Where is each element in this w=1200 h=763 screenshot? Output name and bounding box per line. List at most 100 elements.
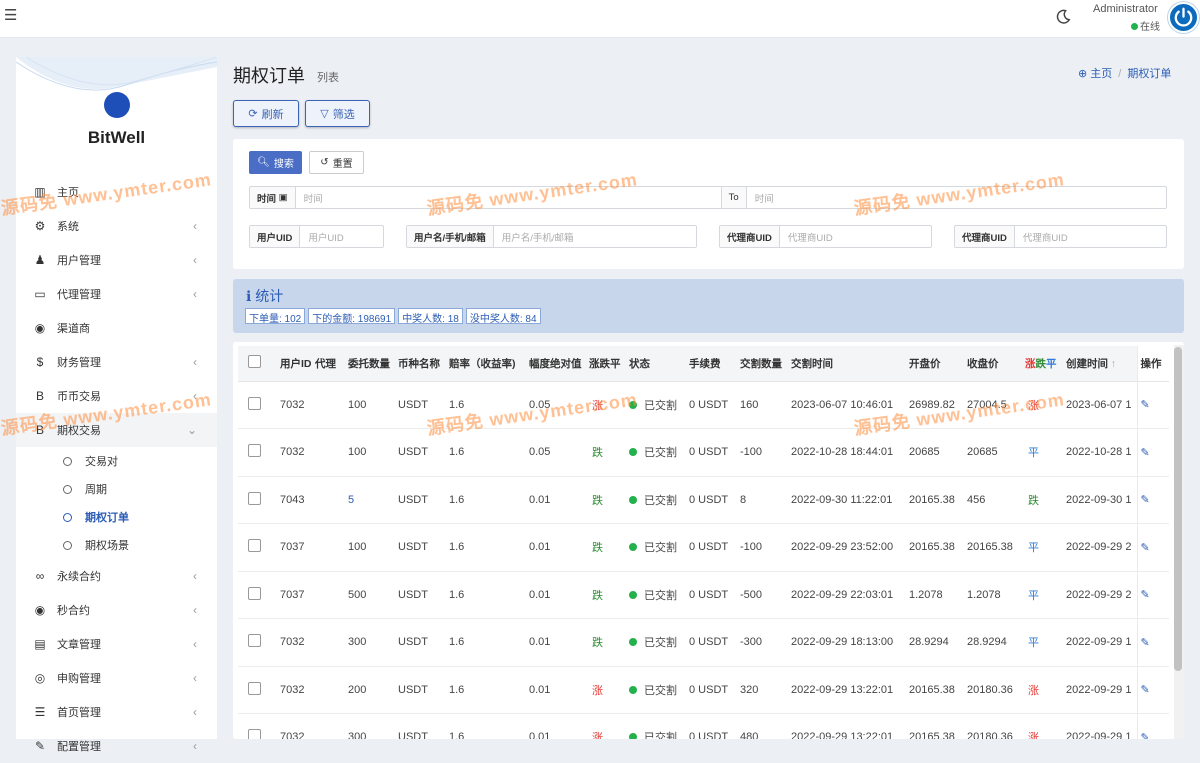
sidebar-subitem[interactable]: 交易对 <box>16 447 217 475</box>
breadcrumb-home[interactable]: 主页 <box>1090 68 1112 80</box>
row-checkbox[interactable] <box>248 681 261 695</box>
refresh-button[interactable]: ⟳ 刷新 <box>233 100 299 127</box>
cell-text: 26989.82 <box>909 398 955 411</box>
agent-uid-input[interactable]: 代理商UID <box>780 230 833 244</box>
search-button[interactable]: 🔍︎ 搜索 <box>249 151 302 174</box>
actions-cell: ✎ <box>1136 571 1169 619</box>
user-avatar[interactable] <box>1168 2 1199 33</box>
cell-open: 28.9294 <box>906 618 964 667</box>
table-row[interactable]: 7032 300 USDT 1.6 0.01 跌 已交割 0 USDT -300 2022-09-… <box>238 618 1169 667</box>
sidebar-item[interactable]: ♟ 用户管理 ‹ <box>16 243 217 277</box>
edit-icon[interactable]: ✎ <box>1141 447 1150 459</box>
sidebar-item[interactable]: ◎ 申购管理 ‹ <box>16 661 217 695</box>
cell-text: 7032 <box>280 398 305 411</box>
cell-text: 2022-10-28 18:44:01 <box>791 446 894 459</box>
dark-mode-icon[interactable] <box>1054 8 1072 26</box>
time-range-field[interactable]: 时间 ▣ 时间 To 时间 <box>249 186 1167 209</box>
sidebar-item[interactable]: ☰ 首页管理 ‹ <box>16 695 217 729</box>
row-checkbox[interactable] <box>248 634 261 648</box>
table-row[interactable]: 7032 200 USDT 1.6 0.01 涨 已交割 0 USDT 320 2022-09-2… <box>238 666 1169 714</box>
edit-icon[interactable]: ✎ <box>1141 589 1150 601</box>
edit-icon[interactable]: ✎ <box>1141 494 1150 506</box>
cell-text: USDT <box>398 446 428 459</box>
sidebar-subitem[interactable]: 周期 <box>16 475 217 503</box>
column-header-label: 手续费 <box>689 357 721 370</box>
edit-icon[interactable]: ✎ <box>1141 399 1150 411</box>
time-end-input[interactable]: 时间 <box>747 191 774 205</box>
row-checkbox[interactable] <box>248 586 261 600</box>
table-row[interactable]: 7037 100 USDT 1.6 0.01 跌 已交割 0 USDT -100 2022-09-… <box>238 523 1169 572</box>
uid-field[interactable]: 用户UID 用户UID <box>249 225 384 248</box>
cell-text: USDT <box>398 588 428 601</box>
table-row[interactable]: 7043 5 USDT 1.6 0.01 跌 已交割 0 USDT 8 2022-09-30 11… <box>238 476 1169 524</box>
row-checkbox[interactable] <box>248 539 261 553</box>
scrollbar-thumb[interactable] <box>1174 347 1182 671</box>
username-input[interactable]: 用户名/手机/邮箱 <box>494 230 574 244</box>
sidebar-item[interactable]: ⚙ 系统 ‹ <box>16 209 217 243</box>
agent2-uid-input[interactable]: 代理商UID <box>1015 230 1068 244</box>
sidebar-item[interactable]: B 期权交易 ⌄ <box>16 413 217 447</box>
cell-text: 0.05 <box>529 398 551 411</box>
edit-icon[interactable]: ✎ <box>1141 637 1150 649</box>
stat-badge: 下的金额: 198691 <box>308 308 396 325</box>
agent-uid-field[interactable]: 代理商UID 代理商UID <box>719 225 932 248</box>
sidebar-item[interactable]: ▭ 代理管理 ‹ <box>16 277 217 311</box>
cell-coin: USDT <box>395 476 446 524</box>
table-row[interactable]: 7032 300 USDT 1.6 0.01 涨 已交割 0 USDT 480 2022-09-2… <box>238 713 1169 739</box>
table-row[interactable]: 7032 100 USDT 1.6 0.05 跌 已交割 0 USDT -100 2022-10-… <box>238 428 1169 477</box>
cell-text: 20685 <box>967 446 998 459</box>
newspaper-icon: ▤ <box>34 637 46 651</box>
sidebar-item-label: 系统 <box>57 221 79 233</box>
dashboard-icon: ⊕ <box>1078 68 1088 80</box>
column-header[interactable]: 创建时间 ↑ <box>1063 346 1137 382</box>
sidebar-item-label: 申购管理 <box>57 673 101 685</box>
sidebar-item[interactable]: ◉ 秒合约 ‹ <box>16 593 217 627</box>
reset-button[interactable]: ↺ 重置 <box>309 151 364 174</box>
row-checkbox[interactable] <box>248 444 261 458</box>
row-checkbox[interactable] <box>248 396 261 410</box>
power-icon <box>1174 7 1193 27</box>
filter-icon: ▽ <box>320 108 329 120</box>
cell-res: 涨 <box>1022 381 1063 429</box>
actions-cell: ✎ <box>1136 476 1169 524</box>
menu-toggle-icon[interactable]: ☰ <box>4 6 17 24</box>
sidebar-item[interactable]: $ 财务管理 ‹ <box>16 345 217 379</box>
table-row[interactable]: 7037 500 USDT 1.6 0.01 跌 已交割 0 USDT -500 2022-09-… <box>238 571 1169 619</box>
row-checkbox-cell <box>238 618 277 667</box>
cell-text: -300 <box>740 636 763 649</box>
edit-icon[interactable]: ✎ <box>1141 542 1150 554</box>
filter-button[interactable]: ▽ 筛选 <box>305 100 370 127</box>
username-field[interactable]: 用户名/手机/邮箱 用户名/手机/邮箱 <box>406 225 697 248</box>
sidebar-item[interactable]: ▥ 主页 <box>16 175 217 209</box>
sidebar-item[interactable]: ∞ 永续合约 ‹ <box>16 559 217 593</box>
cell-settle: 160 <box>737 381 788 429</box>
status-dot-icon <box>629 543 637 552</box>
cell-text: USDT <box>398 636 428 649</box>
bar-chart-icon: ▥ <box>34 185 46 199</box>
dollar-icon: $ <box>36 355 44 369</box>
cell-open: 20165.38 <box>906 476 964 524</box>
sidebar-subitem[interactable]: 期权场景 <box>16 531 217 559</box>
sort-arrow-icon[interactable]: ↑ <box>1108 358 1116 370</box>
cell-text: 1.6 <box>449 541 465 554</box>
uid-input[interactable]: 用户UID <box>300 230 343 244</box>
select-all-checkbox[interactable] <box>248 355 261 369</box>
cell-fee: 0 USDT <box>686 666 737 714</box>
admin-name[interactable]: Administrator <box>1093 3 1158 15</box>
agent-uid-label: 代理商UID <box>720 226 780 247</box>
agent2-uid-field[interactable]: 代理商UID 代理商UID <box>954 225 1167 248</box>
sidebar-subitem[interactable]: 期权订单 <box>16 503 217 531</box>
time-start-input[interactable]: 时间 <box>296 191 721 205</box>
table-row[interactable]: 7032 100 USDT 1.6 0.05 涨 已交割 0 USDT 160 2023-06-0… <box>238 381 1169 429</box>
table-scrollbar[interactable] <box>1174 345 1184 739</box>
edit-icon[interactable]: ✎ <box>1141 684 1150 696</box>
sidebar-item[interactable]: ◉ 渠道商 <box>16 311 217 345</box>
row-checkbox[interactable] <box>248 491 261 505</box>
sidebar-item[interactable]: B 币币交易 ‹ <box>16 379 217 413</box>
sidebar-item[interactable]: ✎ 配置管理 ‹ <box>16 729 217 763</box>
sidebar-item[interactable]: ▤ 文章管理 ‹ <box>16 627 217 661</box>
row-checkbox[interactable] <box>248 729 261 739</box>
edit-icon[interactable]: ✎ <box>1141 732 1150 739</box>
column-header: 操作 <box>1136 346 1169 382</box>
cell-agent <box>312 713 345 739</box>
